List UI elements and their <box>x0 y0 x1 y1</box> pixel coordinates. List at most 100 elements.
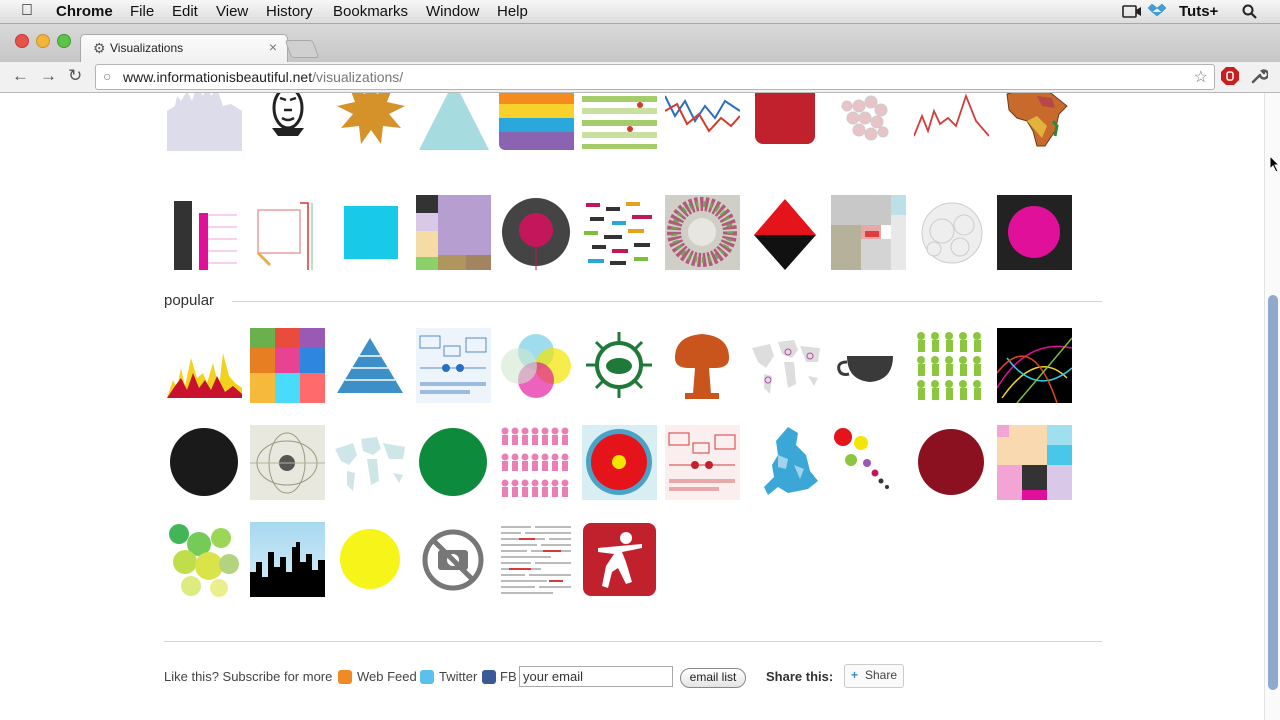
address-bar[interactable]: ○ www.informationisbeautiful.net/visuali… <box>95 64 1215 90</box>
thumb-teal-triangle[interactable] <box>416 93 491 151</box>
globe-icon: ○ <box>103 68 112 84</box>
thumb-line-chart-redblue[interactable] <box>665 93 740 151</box>
thumb-colorful-ring[interactable] <box>665 195 740 270</box>
thumb-red-line[interactable] <box>914 93 989 151</box>
menu-history[interactable]: History <box>266 3 313 20</box>
thumb-africa-map[interactable] <box>997 93 1072 151</box>
spotlight-search-icon[interactable] <box>1242 4 1258 20</box>
adblock-stop-icon[interactable] <box>1220 66 1240 86</box>
thumb-treemap-gray[interactable] <box>831 195 906 270</box>
twitter-link[interactable]: Twitter <box>439 669 477 684</box>
thumb-pastel-grid[interactable] <box>997 425 1072 500</box>
forward-arrow-icon[interactable]: → <box>40 66 57 86</box>
plus-icon: + <box>851 668 859 682</box>
thumb-magenta-dot-dark[interactable] <box>997 195 1072 270</box>
mouse-cursor-icon <box>1269 155 1280 173</box>
thumb-rainbow-stripes[interactable] <box>499 93 574 151</box>
thumb-area-chart[interactable] <box>167 328 242 403</box>
thumb-green-bars[interactable] <box>582 93 657 151</box>
thumb-red-black-diamond[interactable] <box>748 195 823 270</box>
menu-help[interactable]: Help <box>497 3 528 20</box>
thumb-gray-bubbles[interactable] <box>914 195 989 270</box>
thumb-skyline-light[interactable] <box>167 93 242 151</box>
thumb-scattered-dashes[interactable] <box>582 195 657 270</box>
rss-icon[interactable] <box>338 670 352 684</box>
menu-tuts[interactable]: Tuts+ <box>1179 3 1218 20</box>
zoom-window-button[interactable] <box>57 34 71 48</box>
reload-icon[interactable]: ↻ <box>68 66 82 86</box>
camera-icon[interactable] <box>1122 4 1142 19</box>
dropbox-icon[interactable] <box>1148 3 1166 20</box>
thumb-word-cloud[interactable] <box>499 522 574 597</box>
back-arrow-icon[interactable]: ← <box>12 66 29 86</box>
thumb-dark-red-circle[interactable] <box>914 425 989 500</box>
thumb-green-circle[interactable] <box>416 425 491 500</box>
tab-strip: ⚙ Visualizations × <box>0 24 1280 63</box>
thumb-world-map-dots[interactable] <box>748 328 823 403</box>
web-feed-link[interactable]: Web Feed <box>357 669 417 684</box>
thumb-cyan-square[interactable] <box>333 195 408 270</box>
close-window-button[interactable] <box>15 34 29 48</box>
thumb-black-magenta-bars[interactable] <box>167 195 242 270</box>
menu-window[interactable]: Window <box>426 3 479 20</box>
url-text[interactable]: www.informationisbeautiful.net/visualiza… <box>123 69 403 85</box>
mac-menubar:  Chrome File Edit View History Bookmark… <box>0 0 1280 24</box>
email-input[interactable] <box>519 666 673 687</box>
share-this-label: Share this: <box>766 669 834 684</box>
thumb-color-swirls[interactable] <box>997 328 1072 403</box>
thumb-globe-sketch[interactable] <box>250 425 325 500</box>
thumb-colored-dots[interactable] <box>831 425 906 500</box>
thumb-pink-people[interactable] <box>499 425 574 500</box>
thumb-target-red-yellow[interactable] <box>582 425 657 500</box>
menu-file[interactable]: File <box>130 3 154 20</box>
thumb-uk-map[interactable] <box>748 425 823 500</box>
thumb-color-grid[interactable] <box>250 328 325 403</box>
twitter-icon[interactable] <box>420 670 434 684</box>
share-button-label: Share <box>865 668 898 682</box>
footer-divider <box>164 641 1102 642</box>
share-button[interactable]: + Share <box>844 664 904 688</box>
fb-link[interactable]: FB <box>500 669 517 684</box>
tab-close-icon[interactable]: × <box>269 39 277 55</box>
menu-edit[interactable]: Edit <box>172 3 198 20</box>
thumb-green-people[interactable] <box>914 328 989 403</box>
thumb-soldier-icon[interactable] <box>582 522 657 597</box>
thumb-coffee-cup[interactable] <box>831 328 906 403</box>
new-tab-button[interactable] <box>284 40 320 58</box>
tab-visualizations[interactable]: ⚙ Visualizations × <box>80 34 288 63</box>
thumb-portrait-face[interactable] <box>250 93 325 151</box>
thumb-orange-sunburst[interactable] <box>333 93 408 151</box>
thumb-blue-infographic[interactable] <box>416 328 491 403</box>
thumb-venn-diagram[interactable] <box>499 328 574 403</box>
url-path: /visualizations/ <box>312 69 404 85</box>
thumb-outline-frames[interactable] <box>250 195 325 270</box>
thumb-circle-cluster[interactable] <box>831 93 906 151</box>
facebook-icon[interactable] <box>482 670 496 684</box>
thumb-city-skyline[interactable] <box>250 522 325 597</box>
menu-view[interactable]: View <box>216 3 248 20</box>
thumb-green-bubbles[interactable] <box>167 522 242 597</box>
browser-toolbar: ← → ↻ ○ www.informationisbeautiful.net/v… <box>0 62 1280 93</box>
vertical-scrollbar[interactable] <box>1264 93 1280 720</box>
thumb-yellow-circle[interactable] <box>333 522 408 597</box>
thumb-virus-icon[interactable] <box>582 328 657 403</box>
thumb-red-square[interactable] <box>748 93 823 151</box>
favicon-gear-icon: ⚙ <box>93 40 106 56</box>
apple-icon[interactable]:  <box>21 2 33 20</box>
thumb-blue-pyramid[interactable] <box>333 328 408 403</box>
bookmark-star-icon[interactable]: ☆ <box>1194 67 1208 87</box>
thumb-no-camera-icon[interactable] <box>416 522 491 597</box>
thumb-black-circle[interactable] <box>167 425 242 500</box>
thumb-donut-dark[interactable] <box>499 195 574 270</box>
scrollbar-thumb[interactable] <box>1268 295 1278 690</box>
thumb-red-infographic[interactable] <box>665 425 740 500</box>
email-list-button[interactable]: email list <box>680 668 746 688</box>
menu-bookmarks[interactable]: Bookmarks <box>333 3 408 20</box>
menu-app-name[interactable]: Chrome <box>56 3 113 20</box>
subscribe-footer: Like this? Subscribe for more Web Feed T… <box>164 664 1064 692</box>
minimize-window-button[interactable] <box>36 34 50 48</box>
thumb-pale-world-map[interactable] <box>333 425 408 500</box>
wrench-icon[interactable] <box>1250 67 1268 85</box>
thumb-treemap-purple[interactable] <box>416 195 491 270</box>
thumb-mushroom-cloud[interactable] <box>665 328 740 403</box>
